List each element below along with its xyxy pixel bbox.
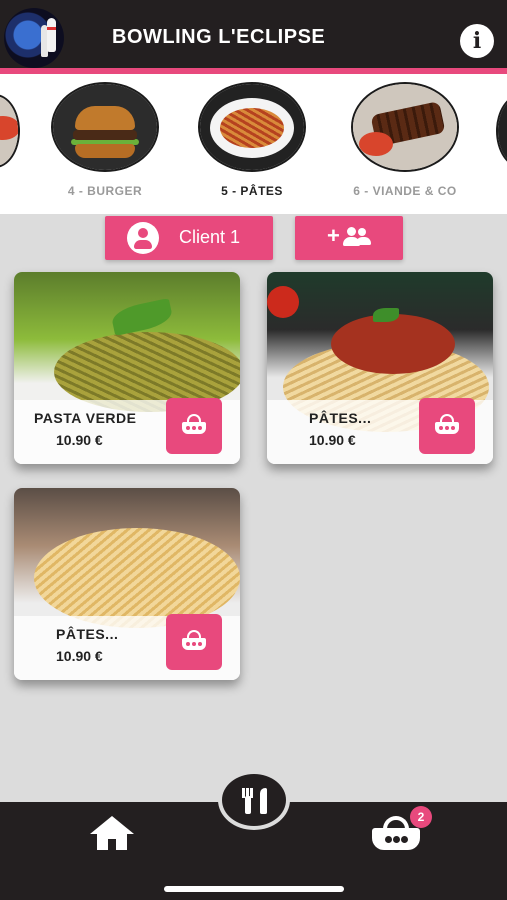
add-to-basket-button[interactable] bbox=[166, 398, 222, 454]
category-partial-right[interactable] bbox=[496, 94, 507, 168]
client-selector-button[interactable]: Client 1 bbox=[105, 216, 273, 260]
product-card-pates-carbonara[interactable]: PÂTES... 10.90 € bbox=[14, 488, 240, 680]
category-label: 6 - VIANDE & CO bbox=[353, 184, 457, 198]
info-icon[interactable]: i bbox=[460, 24, 494, 58]
product-name: PASTA VERDE bbox=[34, 410, 137, 426]
product-card-pates-bolognese[interactable]: PÂTES... 10.90 € bbox=[267, 272, 493, 464]
product-name: PÂTES... bbox=[309, 410, 372, 426]
add-to-basket-button[interactable] bbox=[166, 614, 222, 670]
product-price: 10.90 € bbox=[56, 648, 103, 664]
category-carousel[interactable]: 4 - BURGER 5 - PÂTES 6 - VIANDE & CO bbox=[0, 74, 507, 214]
add-to-basket-button[interactable] bbox=[419, 398, 475, 454]
category-pasta[interactable]: 5 - PÂTES bbox=[192, 82, 312, 198]
add-client-button[interactable]: + bbox=[295, 216, 403, 260]
category-meat[interactable]: 6 - VIANDE & CO bbox=[345, 82, 465, 198]
fork-knife-icon bbox=[242, 788, 254, 814]
product-price: 10.90 € bbox=[56, 432, 103, 448]
plus-icon: + bbox=[327, 223, 340, 248]
basket-icon bbox=[182, 414, 206, 434]
app-header: BOWLING L'ECLIPSE i bbox=[0, 0, 507, 68]
product-price: 10.90 € bbox=[309, 432, 356, 448]
category-label: 4 - BURGER bbox=[67, 184, 143, 198]
burger-image bbox=[51, 82, 159, 172]
category-burger[interactable]: 4 - BURGER bbox=[45, 82, 165, 198]
menu-button[interactable] bbox=[218, 770, 290, 830]
client-label: Client 1 bbox=[179, 227, 241, 247]
meat-image bbox=[351, 82, 459, 172]
user-avatar-icon bbox=[127, 222, 159, 254]
category-label: 5 - PÂTES bbox=[221, 184, 283, 198]
home-icon[interactable] bbox=[90, 816, 134, 852]
basket-icon bbox=[435, 414, 459, 434]
home-indicator[interactable] bbox=[164, 886, 344, 892]
cart-count-badge: 2 bbox=[410, 806, 432, 828]
product-name: PÂTES... bbox=[56, 626, 119, 642]
basket-icon bbox=[182, 630, 206, 650]
app-title: BOWLING L'ECLIPSE bbox=[112, 26, 326, 48]
group-add-icon bbox=[343, 227, 371, 249]
bowling-logo bbox=[4, 8, 64, 68]
pasta-image bbox=[198, 82, 306, 172]
product-card-pasta-verde[interactable]: PASTA VERDE 10.90 € bbox=[14, 272, 240, 464]
category-partial-left[interactable] bbox=[0, 94, 20, 168]
